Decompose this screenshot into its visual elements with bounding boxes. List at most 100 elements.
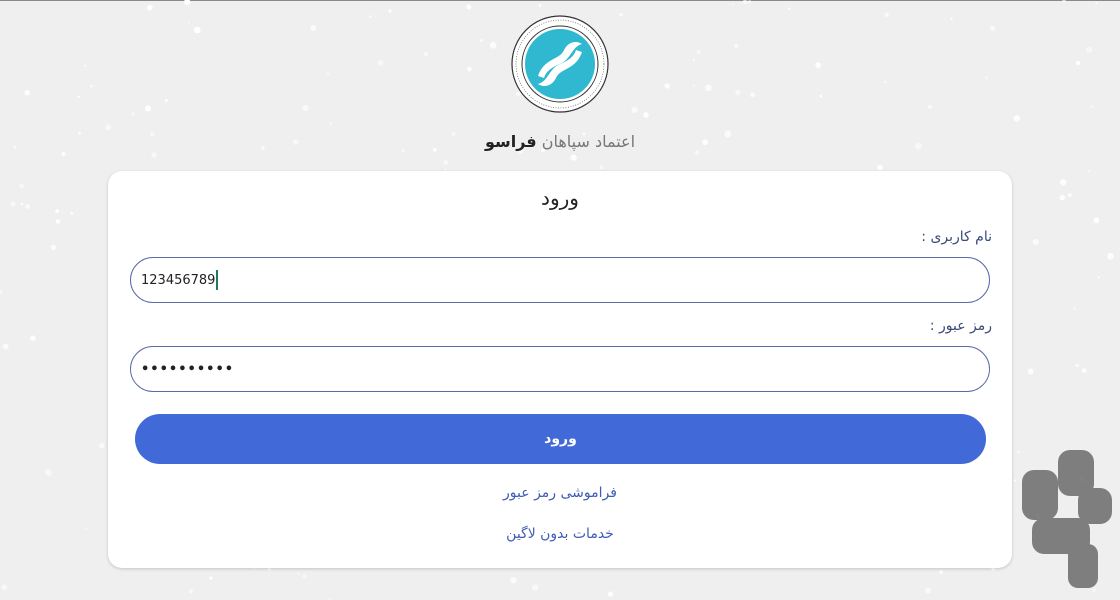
- password-value: ••••••••••: [141, 361, 235, 377]
- background-dot: [884, 12, 889, 17]
- background-dot: [1082, 368, 1087, 373]
- background-dot: [55, 209, 59, 214]
- background-dot: [209, 576, 213, 580]
- background-dot: [599, 165, 604, 170]
- background-dot: [369, 15, 372, 18]
- background-dot: [1090, 105, 1093, 108]
- password-label: رمز عبور :: [929, 318, 992, 334]
- background-dot: [10, 201, 16, 207]
- background-dot: [787, 7, 791, 11]
- brand-name: فراسو: [484, 132, 537, 151]
- background-dot: [302, 105, 309, 112]
- background-dot: [443, 160, 449, 165]
- background-dot: [1062, 0, 1066, 3]
- bazaar-watermark-icon: [1022, 450, 1112, 588]
- background-dot: [44, 469, 52, 476]
- background-dot: [607, 591, 614, 597]
- background-dot: [20, 202, 24, 206]
- background-dot: [105, 124, 112, 131]
- background-dot: [732, 3, 734, 6]
- background-dot: [19, 183, 25, 189]
- background-dot: [267, 567, 271, 571]
- background-dot: [61, 151, 66, 157]
- background-dot: [631, 106, 638, 113]
- background-dot: [1013, 115, 1020, 122]
- login-button[interactable]: ورود: [135, 414, 986, 464]
- background-dot: [378, 60, 384, 66]
- background-dot: [695, 150, 700, 155]
- username-label: نام کاربری :: [921, 229, 992, 245]
- username-value: 123456789: [141, 272, 216, 288]
- background-dot: [326, 72, 330, 76]
- background-dot: [570, 154, 577, 161]
- background-dot: [742, 0, 748, 4]
- background-dot: [1067, 192, 1072, 198]
- background-dot: [164, 98, 168, 103]
- background-dot: [466, 4, 472, 10]
- brand-prefix: اعتماد سپاهان: [541, 132, 636, 151]
- background-dot: [24, 89, 31, 96]
- background-dot: [1107, 252, 1114, 260]
- background-dot: [184, 0, 191, 5]
- company-logo: [511, 15, 609, 113]
- background-dot: [1027, 368, 1034, 375]
- background-dot: [1095, 1, 1098, 5]
- background-dot: [146, 4, 153, 11]
- background-dot: [25, 204, 31, 209]
- forgot-password-link[interactable]: فراموشی رمز عبور: [0, 485, 1120, 501]
- password-field[interactable]: ••••••••••: [130, 346, 990, 392]
- background-dot: [538, 4, 542, 7]
- background-dot: [705, 84, 712, 92]
- username-field[interactable]: 123456789: [130, 257, 990, 303]
- background-dot: [0, 290, 3, 295]
- background-dot: [297, 572, 300, 575]
- text-caret: [216, 270, 219, 290]
- background-dot: [985, 76, 988, 79]
- background-dot: [388, 9, 392, 13]
- background-dot: [877, 164, 883, 171]
- background-dot: [489, 41, 497, 49]
- brand-title: اعتماد سپاهان فراسو: [0, 132, 1120, 151]
- background-dot: [2, 343, 9, 350]
- background-dot: [531, 584, 539, 591]
- background-dot: [151, 152, 157, 158]
- background-dot: [194, 26, 201, 34]
- background-dot: [187, 21, 191, 24]
- background-dot: [619, 12, 623, 17]
- background-dot: [950, 17, 953, 20]
- background-dot: [989, 25, 996, 31]
- background-dot: [1093, 217, 1100, 224]
- background-dot: [1086, 46, 1093, 53]
- background-dot: [55, 219, 61, 224]
- background-dot: [1073, 307, 1076, 310]
- background-dot: [1097, 276, 1100, 279]
- background-dot: [643, 112, 649, 118]
- background-dot: [83, 64, 87, 68]
- guest-services-link[interactable]: خدمات بدون لاگین: [0, 526, 1120, 542]
- background-dot: [330, 122, 332, 125]
- background-dot: [734, 43, 739, 49]
- background-dot: [1013, 479, 1017, 482]
- background-dot: [1075, 363, 1079, 368]
- background-dot: [928, 105, 932, 109]
- background-dot: [30, 335, 36, 342]
- background-dot: [145, 105, 151, 112]
- background-dot: [480, 39, 483, 42]
- background-dot: [664, 83, 670, 89]
- background-dot: [131, 112, 135, 116]
- background-dot: [70, 211, 74, 215]
- background-dot: [692, 58, 696, 61]
- background-dot: [1075, 60, 1081, 66]
- background-dot: [925, 587, 931, 594]
- background-dot: [1059, 194, 1065, 201]
- background-dot: [1060, 179, 1067, 186]
- background-dot: [50, 244, 57, 251]
- background-dot: [819, 94, 823, 98]
- background-dot: [815, 62, 822, 68]
- background-dot: [77, 95, 81, 99]
- background-dot: [735, 89, 741, 96]
- login-title: ورود: [541, 186, 579, 210]
- background-dot: [884, 80, 887, 84]
- background-dot: [748, 0, 751, 4]
- background-dot: [467, 66, 472, 72]
